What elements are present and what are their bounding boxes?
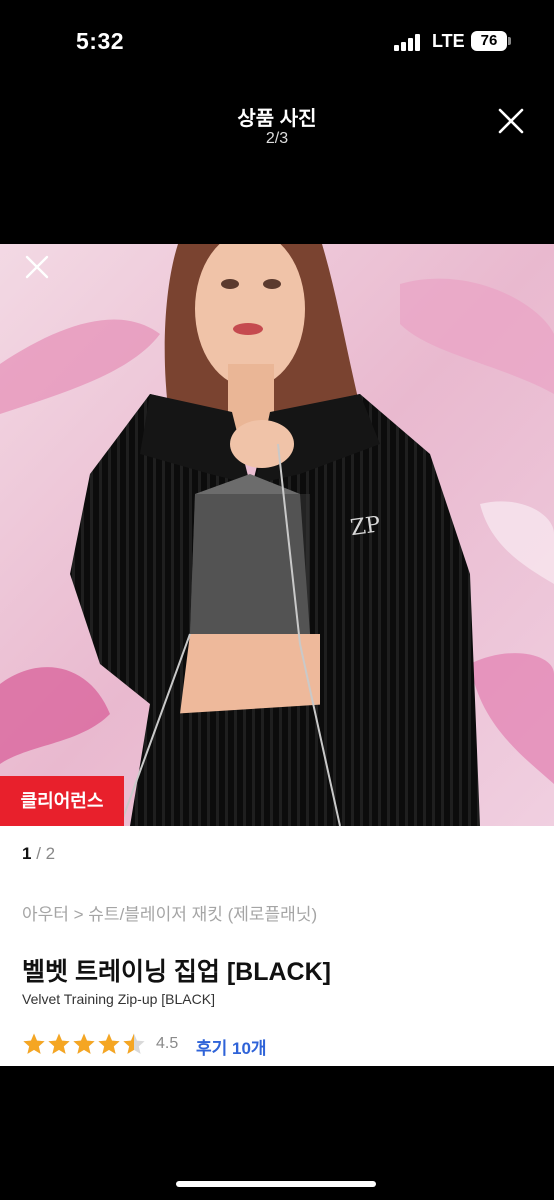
- image-close-icon[interactable]: [22, 252, 52, 282]
- photo-counter: 2/3: [265, 130, 289, 147]
- rating-value: 4.5: [156, 1035, 179, 1052]
- product-info: 1 / 2 아우터 > 슈트/블레이저 재킷 (제로플래닛) 벨벳 트레이닝 집…: [0, 826, 554, 1066]
- signal-icon: [394, 33, 422, 51]
- product-image: ZP 클리어런스: [0, 244, 554, 826]
- svg-text:ZP: ZP: [349, 512, 382, 541]
- star-icon: [98, 1033, 120, 1054]
- status-bar: 5:32 LTE 76: [0, 0, 554, 84]
- close-icon[interactable]: [494, 104, 528, 138]
- product-photo-card: ZP 클리어런스 1 / 2 아우터 > 슈트/블레이저 재킷 (제로플래닛) …: [0, 244, 554, 1066]
- photo-viewer-header: 상품 사진 2/3: [0, 84, 554, 244]
- battery-tip: [508, 37, 511, 45]
- status-time: 5:32: [76, 28, 125, 54]
- image-pager: 1 / 2: [22, 844, 55, 864]
- pager-separator: /: [31, 844, 46, 863]
- star-icon: [23, 1033, 45, 1054]
- battery-icon: 76: [471, 31, 507, 51]
- network-label: LTE: [432, 31, 465, 51]
- pager-total: 2: [45, 844, 56, 863]
- product-title-english: Velvet Training Zip-up [BLACK]: [22, 991, 215, 1007]
- product-title: 벨벳 트레이닝 집업 [BLACK]: [22, 958, 331, 986]
- home-indicator: [176, 1181, 376, 1187]
- category-breadcrumb[interactable]: 아우터 > 슈트/블레이저 재킷 (제로플래닛): [22, 900, 317, 925]
- star-icon: [73, 1033, 95, 1054]
- viewer-title: 상품 사진: [237, 108, 317, 130]
- star-icon: [123, 1033, 145, 1054]
- review-count-link[interactable]: 후기 10개: [196, 1034, 267, 1059]
- star-rating-icon: [23, 1033, 145, 1054]
- clearance-badge: 클리어런스: [0, 776, 124, 826]
- star-icon: [48, 1033, 70, 1054]
